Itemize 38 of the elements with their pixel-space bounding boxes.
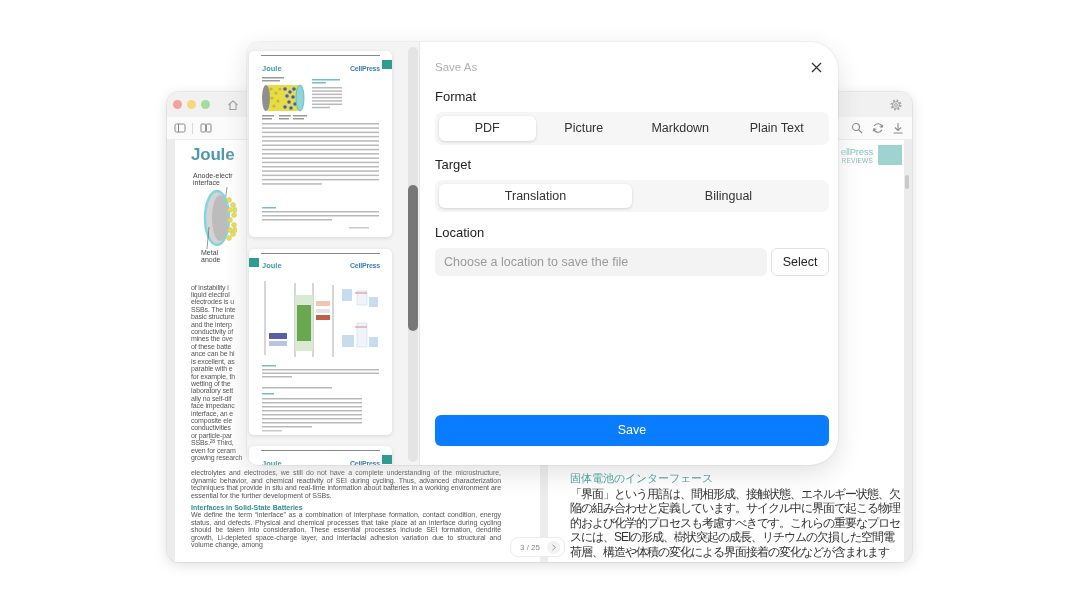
publisher-logo: ellPress: [840, 147, 873, 157]
window-close-button[interactable]: [173, 100, 182, 109]
journal-logo: Joule: [191, 146, 235, 164]
save-button[interactable]: Save: [435, 415, 829, 446]
location-field[interactable]: Choose a location to save the file: [435, 248, 767, 276]
chevron-right-icon: [550, 543, 557, 551]
segment-option[interactable]: Picture: [535, 116, 632, 141]
particle-cluster: [226, 197, 237, 241]
page-number: 3 / 25: [520, 542, 540, 552]
scrollbar-thumb[interactable]: [408, 185, 418, 331]
paragraph: 「界面」という用語は、間相形成、接触状態、エネルギー状態、欠陥の組み合わせと定義しています。サイクル中に界面で起こる物理的および化学的プロセスも考慮すべきです。これらの重要なプロセスには、SEIの形成、樹状突起の成長、リチウムの欠損した空間電荷層、構造や体積の変化による界面接着の変化などが含まれます: [570, 486, 902, 559]
window-maximize-button[interactable]: [201, 100, 210, 109]
refresh-icon[interactable]: [872, 122, 884, 134]
field-label: Format: [435, 89, 477, 105]
sidebar-icon[interactable]: [174, 122, 186, 134]
journal-tab-icon: [878, 145, 902, 165]
book-icon[interactable]: [200, 122, 212, 134]
anode-disc: [203, 189, 231, 246]
field-label: Target: [435, 157, 472, 173]
next-page-button[interactable]: [547, 540, 560, 554]
segment-option[interactable]: Translation: [439, 184, 632, 208]
download-icon[interactable]: [892, 122, 904, 134]
home-icon[interactable]: [227, 98, 239, 111]
segment-option[interactable]: Plain Text: [728, 116, 825, 141]
section-heading: 固体電池のインターフェース: [570, 471, 714, 485]
segment-option[interactable]: Bilingual: [632, 184, 825, 208]
search-icon[interactable]: [851, 122, 863, 134]
segment-option[interactable]: PDF: [439, 116, 536, 141]
settings-icon[interactable]: [890, 98, 902, 111]
select-button[interactable]: Select: [771, 248, 829, 276]
close-icon: [810, 61, 822, 73]
segment-option[interactable]: Markdown: [632, 116, 729, 141]
field-label: Location: [435, 225, 485, 241]
window-minimize-button[interactable]: [187, 100, 196, 109]
scrollbar-track[interactable]: [408, 47, 418, 462]
scrollbar-thumb[interactable]: [905, 175, 909, 189]
leader-line: [206, 226, 210, 249]
dialog-title: Save As: [435, 60, 478, 74]
